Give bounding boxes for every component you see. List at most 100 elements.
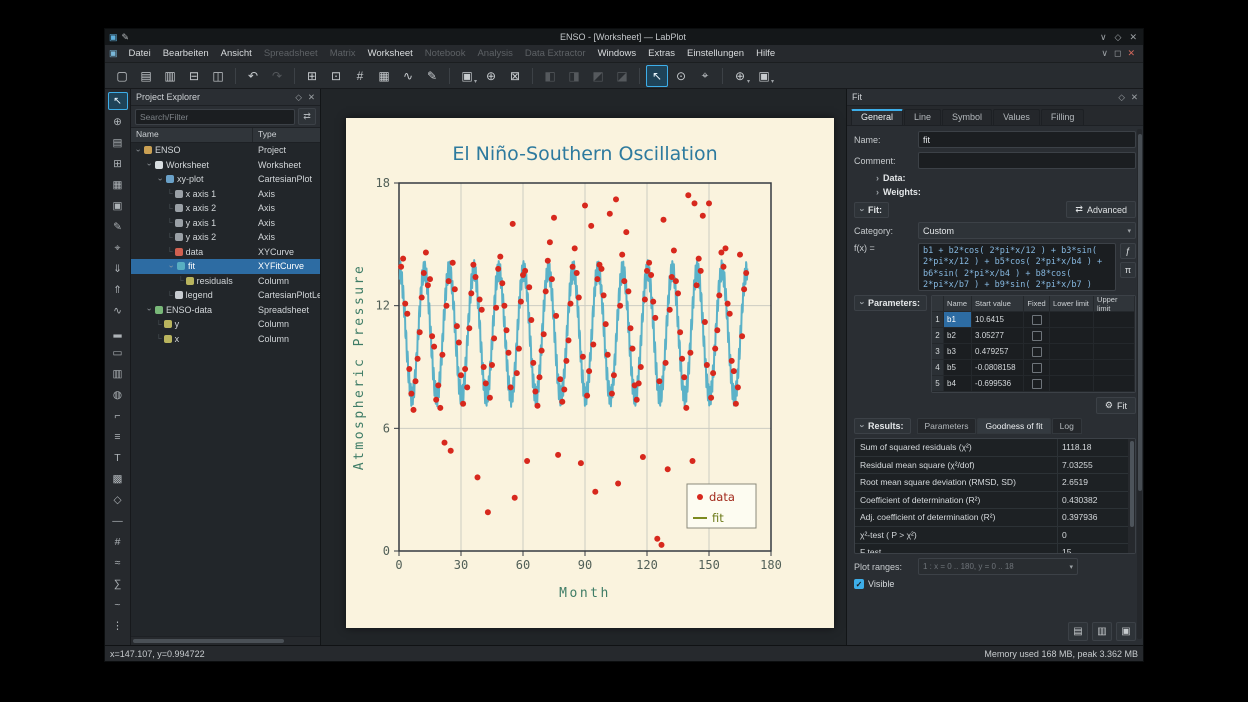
import-icon[interactable]: ⇓ [108, 260, 128, 278]
fixed-cell[interactable] [1024, 376, 1050, 391]
tab-filling[interactable]: Filling [1041, 109, 1085, 125]
axis-icon[interactable]: ⌐ [108, 407, 128, 425]
magnification-menu-icon[interactable]: ▣▾ [753, 65, 775, 87]
window-close-button[interactable]: ✕ [1129, 32, 1137, 43]
tree-row-residuals[interactable]: └residualsColumn [131, 274, 320, 289]
parameters-table[interactable]: NameStart valueFixedLower limitUpper lim… [931, 295, 1136, 393]
upper-limit-cell[interactable] [1094, 312, 1134, 327]
undo-icon[interactable]: ↶ [242, 65, 264, 87]
menu-extras[interactable]: Extras [642, 47, 681, 60]
parameters-row[interactable]: 5b4-0.699536 [932, 376, 1134, 392]
lower-limit-cell[interactable] [1050, 328, 1094, 343]
layout-grid-icon[interactable]: ◩ [587, 65, 609, 87]
line-tool-icon[interactable]: — [108, 512, 128, 530]
select-mode-icon[interactable]: ↖ [646, 65, 668, 87]
fixed-checkbox[interactable] [1032, 363, 1042, 373]
param-name-cell[interactable]: b3 [944, 344, 972, 359]
tree-row-worksheet[interactable]: ›WorksheetWorksheet [131, 158, 320, 173]
tab-line[interactable]: Line [904, 109, 941, 125]
mdi-window-icon[interactable]: ▣ [109, 48, 118, 59]
results-scrollbar[interactable] [1128, 439, 1135, 553]
lower-limit-cell[interactable] [1050, 360, 1094, 375]
parameters-section-toggle[interactable]: › Parameters: [854, 295, 927, 311]
fixed-checkbox[interactable] [1032, 315, 1042, 325]
fit-tool-icon[interactable]: ≈ [108, 554, 128, 572]
fit-page-icon[interactable]: ⊠ [504, 65, 526, 87]
upper-limit-cell[interactable] [1094, 360, 1134, 375]
dock-float-icon[interactable]: ◇ [1118, 92, 1125, 103]
param-name-cell[interactable]: b2 [944, 328, 972, 343]
more-tools-icon[interactable]: ⋮ [108, 617, 128, 635]
mdi-close-button[interactable]: ✕ [1127, 48, 1135, 59]
layout-vertical-icon[interactable]: ◧ [539, 65, 561, 87]
menu-bearbeiten[interactable]: Bearbeiten [157, 47, 215, 60]
layout-horizontal-icon[interactable]: ◨ [563, 65, 585, 87]
shape-tool-icon[interactable]: ◇ [108, 491, 128, 509]
fit-section-toggle[interactable]: › Fit: [854, 202, 889, 218]
results-tab-goodness-of-fit[interactable]: Goodness of fit [977, 418, 1050, 434]
data-section-header[interactable]: › Data: [876, 173, 1136, 183]
parameters-scrollbar[interactable] [1134, 296, 1136, 392]
insert-function-button[interactable]: ƒ [1120, 243, 1136, 259]
open-file-icon[interactable]: ▤ [135, 65, 157, 87]
add-cartesian-plot-icon[interactable]: ⊞ [301, 65, 323, 87]
fourier-tool-icon[interactable]: ∑ [108, 575, 128, 593]
menu-analysis[interactable]: Analysis [471, 47, 518, 60]
dock-close-icon[interactable]: ✕ [308, 92, 315, 103]
export-icon[interactable]: ▣▾ [456, 65, 478, 87]
dock-float-icon[interactable]: ◇ [295, 92, 302, 103]
tree-row-y-axis-2[interactable]: └y axis 2Axis [131, 230, 320, 245]
upper-limit-cell[interactable] [1094, 376, 1134, 391]
lower-limit-cell[interactable] [1050, 376, 1094, 391]
load-template-button[interactable]: ▤ [1068, 622, 1088, 641]
expander-icon[interactable]: › [145, 160, 154, 169]
parameters-row[interactable]: 1b110.6415 [932, 312, 1134, 328]
results-section-toggle[interactable]: › Results: [854, 418, 911, 434]
results-tab-log[interactable]: Log [1052, 418, 1082, 434]
four-axes-plot-icon[interactable]: # [349, 65, 371, 87]
smooth-tool-icon[interactable]: ~ [108, 596, 128, 614]
lower-limit-cell[interactable] [1050, 312, 1094, 327]
zoom-menu-icon[interactable]: ⊕▾ [729, 65, 751, 87]
menu-einstellungen[interactable]: Einstellungen [681, 47, 750, 60]
fixed-cell[interactable] [1024, 360, 1050, 375]
zoom-select-mode-icon[interactable]: ⌖ [694, 65, 716, 87]
menu-ansicht[interactable]: Ansicht [215, 47, 258, 60]
histogram-icon[interactable]: ▂ [108, 323, 128, 341]
add-curve-icon[interactable]: ∿ [397, 65, 419, 87]
layout-break-icon[interactable]: ◪ [611, 65, 633, 87]
save-file-icon[interactable]: ▥ [159, 65, 181, 87]
save-default-button[interactable]: ▣ [1116, 622, 1136, 641]
name-field[interactable] [918, 131, 1136, 148]
menu-notebook[interactable]: Notebook [419, 47, 472, 60]
param-name-cell[interactable]: b4 [944, 376, 972, 391]
tab-values[interactable]: Values [993, 109, 1040, 125]
menu-windows[interactable]: Windows [592, 47, 643, 60]
weights-section-header[interactable]: › Weights: [876, 187, 1136, 197]
menu-spreadsheet[interactable]: Spreadsheet [258, 47, 324, 60]
visible-checkbox[interactable]: ✓ [854, 579, 864, 589]
fixed-cell[interactable] [1024, 344, 1050, 359]
navigate-mode-icon[interactable]: ⊙ [670, 65, 692, 87]
dock-close-icon[interactable]: ✕ [1131, 92, 1138, 103]
fixed-cell[interactable] [1024, 328, 1050, 343]
new-datapicker-icon[interactable]: ⌖ [108, 239, 128, 257]
start-value-cell[interactable]: 0.479257 [972, 344, 1024, 359]
fixed-checkbox[interactable] [1032, 379, 1042, 389]
tree-row-y[interactable]: └yColumn [131, 317, 320, 332]
menu-worksheet[interactable]: Worksheet [362, 47, 419, 60]
expander-icon[interactable]: › [134, 146, 143, 155]
insert-constant-button[interactable]: π [1120, 262, 1136, 278]
tree-column-headers[interactable]: Name Type [131, 127, 320, 143]
parameters-row[interactable]: 3b30.479257 [932, 344, 1134, 360]
tree-row-enso-data[interactable]: ›ENSO-dataSpreadsheet [131, 303, 320, 318]
parameters-row[interactable]: 4b5-0.0808158 [932, 360, 1134, 376]
tree-row-fit[interactable]: ›fitXYFitCurve [131, 259, 320, 274]
goodness-of-fit-table[interactable]: Sum of squared residuals (χ²)1118.18Resi… [854, 438, 1136, 554]
menu-datei[interactable]: Datei [123, 47, 157, 60]
tree-row-y-axis-1[interactable]: └y axis 1Axis [131, 216, 320, 231]
tree-row-x-axis-2[interactable]: └x axis 2Axis [131, 201, 320, 216]
export-tool-icon[interactable]: ⇑ [108, 281, 128, 299]
param-name-cell[interactable]: b5 [944, 360, 972, 375]
tree-horizontal-scrollbar[interactable] [131, 636, 320, 645]
